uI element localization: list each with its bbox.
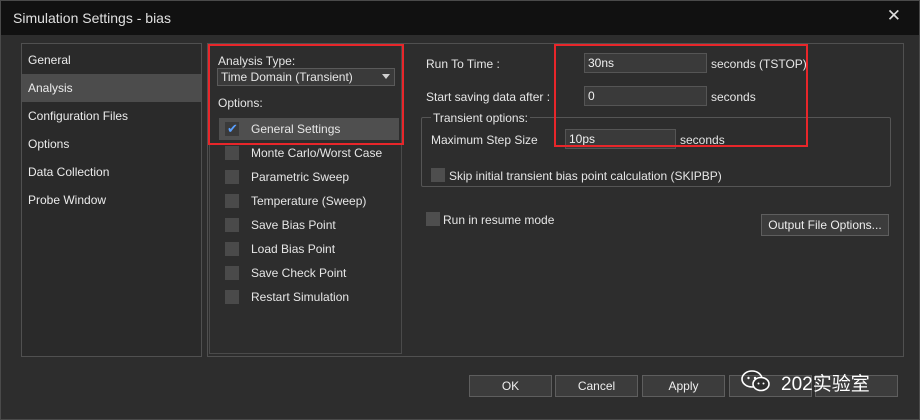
dialog-window: Simulation Settings - bias ✕ General Ana… bbox=[0, 0, 920, 420]
option-restart-simulation[interactable]: Restart Simulation bbox=[219, 286, 399, 308]
option-label: Monte Carlo/Worst Case bbox=[251, 146, 383, 160]
skip-bias-checkbox[interactable] bbox=[431, 168, 445, 182]
checkmark-icon: ✔ bbox=[227, 121, 238, 136]
sidebar-item-analysis[interactable]: Analysis bbox=[22, 74, 201, 102]
start-saving-unit: seconds bbox=[711, 90, 756, 104]
option-label: Parametric Sweep bbox=[251, 170, 350, 184]
option-label: Temperature (Sweep) bbox=[251, 194, 367, 208]
checkbox-save-bias-point[interactable] bbox=[225, 218, 239, 232]
skip-bias-label: Skip initial transient bias point calcul… bbox=[449, 169, 722, 183]
option-save-check-point[interactable]: Save Check Point bbox=[219, 262, 399, 284]
ok-button[interactable]: OK bbox=[469, 375, 552, 397]
option-label: Load Bias Point bbox=[251, 242, 336, 256]
apply-button[interactable]: Apply bbox=[642, 375, 725, 397]
wechat-icon bbox=[741, 370, 770, 392]
option-save-bias-point[interactable]: Save Bias Point bbox=[219, 214, 399, 236]
sidebar-item-probe-window[interactable]: Probe Window bbox=[22, 186, 201, 214]
start-saving-label: Start saving data after : bbox=[426, 90, 551, 104]
options-label: Options: bbox=[218, 96, 263, 110]
run-to-time-unit: seconds (TSTOP) bbox=[711, 57, 807, 71]
window-title: Simulation Settings - bias bbox=[13, 10, 171, 26]
run-to-time-input[interactable]: 30ns bbox=[584, 53, 707, 73]
checkbox-temperature-sweep[interactable] bbox=[225, 194, 239, 208]
sidebar-item-general[interactable]: General bbox=[22, 46, 201, 74]
close-icon[interactable]: ✕ bbox=[887, 6, 901, 26]
option-parametric-sweep[interactable]: Parametric Sweep bbox=[219, 166, 399, 188]
title-bar[interactable]: Simulation Settings - bias ✕ bbox=[1, 1, 919, 35]
resume-mode-checkbox[interactable] bbox=[426, 212, 440, 226]
output-file-options-button[interactable]: Output File Options... bbox=[761, 214, 889, 236]
checkbox-load-bias-point[interactable] bbox=[225, 242, 239, 256]
option-general-settings[interactable]: ✔ General Settings bbox=[219, 118, 399, 140]
max-step-unit: seconds bbox=[680, 133, 725, 147]
start-saving-input[interactable]: 0 bbox=[584, 86, 707, 106]
option-label: General Settings bbox=[251, 122, 341, 136]
analysis-type-label: Analysis Type: bbox=[218, 54, 296, 68]
option-temperature-sweep[interactable]: Temperature (Sweep) bbox=[219, 190, 399, 212]
checkbox-restart-simulation[interactable] bbox=[225, 290, 239, 304]
watermark: 202实验室 bbox=[741, 367, 891, 395]
option-monte-carlo[interactable]: Monte Carlo/Worst Case bbox=[219, 142, 399, 164]
transient-options-label: Transient options: bbox=[431, 111, 530, 125]
resume-mode-label: Run in resume mode bbox=[443, 213, 555, 227]
watermark-text: 202实验室 bbox=[781, 374, 870, 395]
sidebar-item-options[interactable]: Options bbox=[22, 130, 201, 158]
cancel-button[interactable]: Cancel bbox=[555, 375, 638, 397]
sidebar-item-configuration-files[interactable]: Configuration Files bbox=[22, 102, 201, 130]
option-load-bias-point[interactable]: Load Bias Point bbox=[219, 238, 399, 260]
run-to-time-label: Run To Time : bbox=[426, 57, 500, 71]
checkbox-general-settings[interactable]: ✔ bbox=[225, 121, 239, 136]
max-step-input[interactable]: 10ps bbox=[565, 129, 676, 149]
chevron-down-icon bbox=[382, 74, 390, 79]
option-label: Save Check Point bbox=[251, 266, 347, 280]
checkbox-monte-carlo[interactable] bbox=[225, 146, 239, 160]
checkbox-parametric-sweep[interactable] bbox=[225, 170, 239, 184]
checkbox-save-check-point[interactable] bbox=[225, 266, 239, 280]
sidebar-item-data-collection[interactable]: Data Collection bbox=[22, 158, 201, 186]
analysis-type-value: Time Domain (Transient) bbox=[221, 70, 353, 84]
analysis-type-select[interactable]: Time Domain (Transient) bbox=[217, 68, 395, 86]
settings-sidebar: General Analysis Configuration Files Opt… bbox=[21, 43, 202, 357]
option-label: Restart Simulation bbox=[251, 290, 350, 304]
max-step-label: Maximum Step Size bbox=[431, 133, 538, 147]
option-label: Save Bias Point bbox=[251, 218, 336, 232]
